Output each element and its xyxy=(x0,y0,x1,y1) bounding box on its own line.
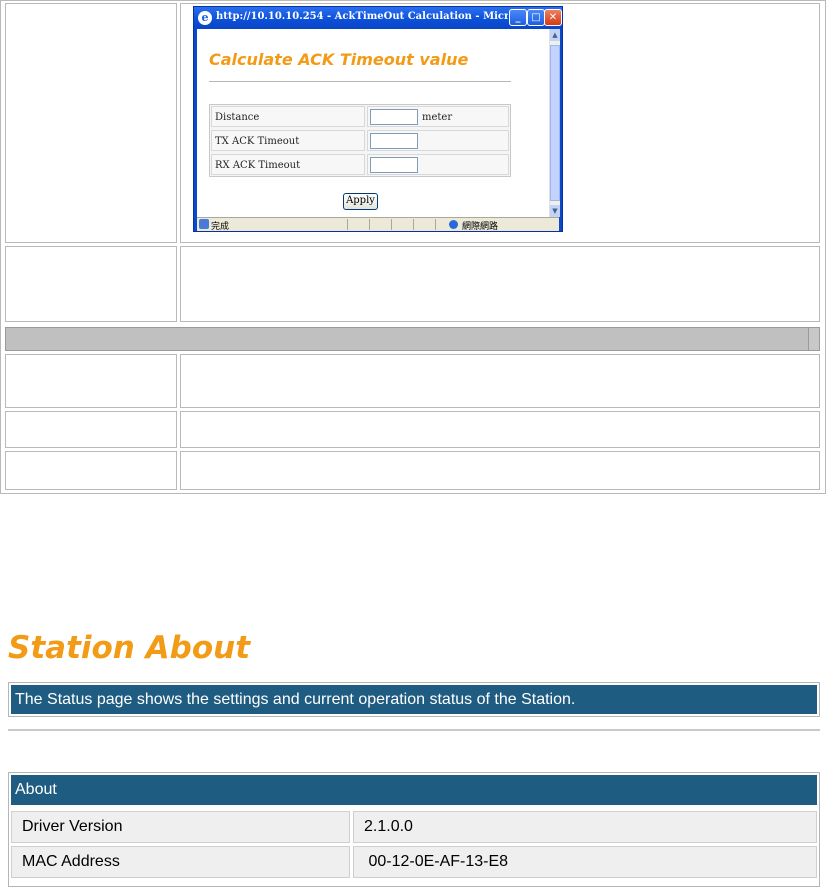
about-table: About Driver Version 2.1.0.0 MAC Address… xyxy=(8,772,820,887)
popup-divider xyxy=(209,81,511,82)
ie-icon: e xyxy=(198,11,212,25)
doc-cell-value-2 xyxy=(180,246,820,322)
section-divider xyxy=(8,729,820,731)
table-row: MAC Address 00-12-0E-AF-13-E8 xyxy=(11,846,817,878)
minimize-icon[interactable]: _ xyxy=(509,9,527,26)
form-label-tx-ack: TX ACK Timeout xyxy=(211,130,365,151)
doc-cell-label-5 xyxy=(5,451,177,490)
popup-statusbar: 完成 網際網路 xyxy=(197,217,559,232)
driver-version-value: 2.1.0.0 xyxy=(353,811,817,843)
doc-cell-value-4 xyxy=(180,411,820,448)
doc-cell-value-3 xyxy=(180,354,820,408)
status-separator xyxy=(391,219,392,230)
status-separator xyxy=(347,219,348,230)
form-value-rx-ack xyxy=(367,154,509,175)
ack-form-table: Distance meter TX ACK Timeout RX ACK Tim… xyxy=(209,104,511,177)
status-separator xyxy=(435,219,436,230)
status-done-text: 完成 xyxy=(211,222,230,232)
popup-title: http://10.10.10.254 - AckTimeOut Calcula… xyxy=(216,11,508,22)
doc-cell-label-2 xyxy=(5,246,177,322)
distance-input[interactable] xyxy=(370,109,418,125)
form-row-distance: Distance meter xyxy=(210,105,510,129)
doc-cell-label-1 xyxy=(5,3,177,243)
doc-band-endcap xyxy=(808,328,819,350)
about-table-header: About xyxy=(11,775,817,805)
status-separator xyxy=(413,219,414,230)
form-label-distance: Distance xyxy=(211,106,365,127)
description-text: The Status page shows the settings and c… xyxy=(11,685,817,714)
rx-ack-timeout-input[interactable] xyxy=(370,157,418,173)
close-icon[interactable]: ✕ xyxy=(544,9,562,26)
apply-button[interactable]: Apply xyxy=(343,193,378,210)
distance-unit: meter xyxy=(422,112,453,123)
doc-cell-label-3 xyxy=(5,354,177,408)
description-banner: The Status page shows the settings and c… xyxy=(8,682,820,717)
popup-content: Calculate ACK Timeout value Distance met… xyxy=(197,29,560,217)
status-zone-text: 網際網路 xyxy=(462,222,499,232)
popup-titlebar[interactable]: e http://10.10.10.254 - AckTimeOut Calcu… xyxy=(194,7,562,29)
scrollbar-thumb[interactable] xyxy=(550,45,560,201)
doc-section-band xyxy=(5,327,820,351)
popup-vertical-scrollbar[interactable]: ▲ ▼ xyxy=(549,29,560,217)
doc-cell-value-5 xyxy=(180,451,820,490)
scroll-up-icon[interactable]: ▲ xyxy=(550,29,560,41)
scroll-down-icon[interactable]: ▼ xyxy=(550,205,560,217)
page-done-icon xyxy=(199,219,209,229)
form-row-rx-ack: RX ACK Timeout xyxy=(210,153,510,177)
maximize-icon[interactable]: □ xyxy=(527,9,545,26)
status-separator xyxy=(369,219,370,230)
form-value-distance: meter xyxy=(367,106,509,127)
doc-cell-label-4 xyxy=(5,411,177,448)
form-row-tx-ack: TX ACK Timeout xyxy=(210,129,510,153)
mac-address-label: MAC Address xyxy=(11,846,350,878)
popup-heading: Calculate ACK Timeout value xyxy=(209,50,469,69)
page-title: Station About xyxy=(8,630,251,666)
form-value-tx-ack xyxy=(367,130,509,151)
internet-zone-icon xyxy=(449,220,458,229)
table-row: Driver Version 2.1.0.0 xyxy=(11,811,817,843)
driver-version-label: Driver Version xyxy=(11,811,350,843)
tx-ack-timeout-input[interactable] xyxy=(370,133,418,149)
form-label-rx-ack: RX ACK Timeout xyxy=(211,154,365,175)
mac-address-value: 00-12-0E-AF-13-E8 xyxy=(353,846,817,878)
ack-timeout-popup-window: e http://10.10.10.254 - AckTimeOut Calcu… xyxy=(193,6,563,232)
